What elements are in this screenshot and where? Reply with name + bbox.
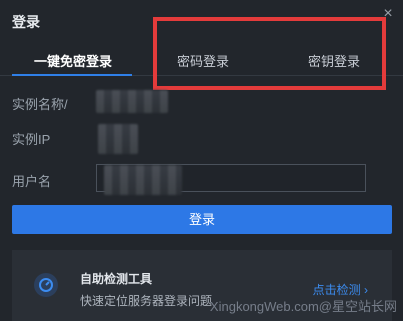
- login-tabs: 一键免密登录 密码登录 密钥登录: [0, 47, 403, 76]
- tab-passwordless-login[interactable]: 一键免密登录: [34, 51, 112, 70]
- gauge-icon: [34, 273, 58, 297]
- login-button[interactable]: 登录: [12, 205, 392, 234]
- gauge-icon-graphic: [39, 278, 53, 292]
- dialog-title: 登录: [12, 14, 40, 30]
- tool-description: 快速定位服务器登录问题: [80, 294, 213, 308]
- instance-name-label: 实例名称/: [12, 97, 68, 112]
- login-dialog: 登录 × 一键免密登录 密码登录 密钥登录 实例名称/ 实例IP 用户名 登录 …: [0, 0, 403, 321]
- instance-name-redacted: [96, 90, 168, 113]
- instance-ip-redacted: [98, 124, 138, 154]
- tab-password-login[interactable]: 密码登录: [177, 51, 229, 70]
- watermark: XingkongWeb.com@星空站长网: [209, 299, 397, 314]
- close-icon[interactable]: ×: [381, 6, 395, 22]
- instance-ip-label: 实例IP: [12, 132, 51, 147]
- tab-key-login[interactable]: 密钥登录: [308, 51, 360, 70]
- active-tab-indicator: [12, 74, 132, 76]
- username-label: 用户名: [12, 174, 52, 189]
- tool-title: 自助检测工具: [80, 272, 153, 286]
- username-redacted: [104, 165, 182, 195]
